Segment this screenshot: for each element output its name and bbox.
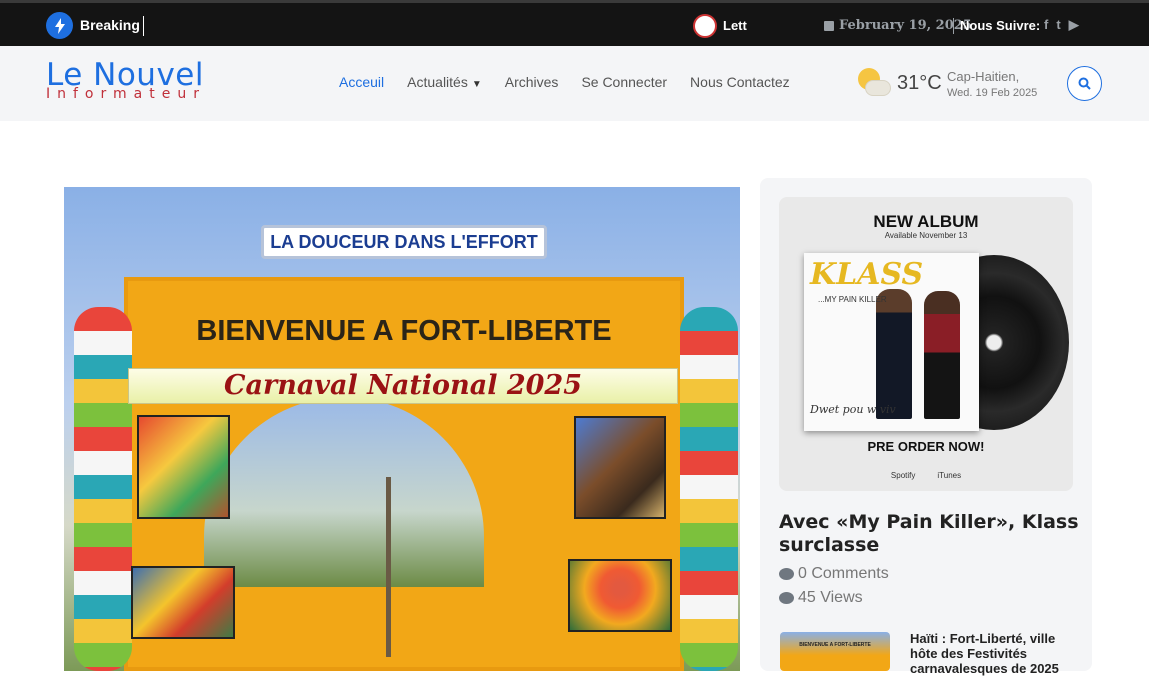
search-icon (1078, 77, 1091, 90)
welcome-text: BIENVENUE A FORT-LIBERTE (196, 315, 612, 347)
post-title[interactable]: Avec «My Pain Killer», Klass surclasse (779, 511, 1079, 557)
related-post-title[interactable]: Haïti : Fort-Liberté, ville hôte des Fes… (910, 631, 1070, 676)
cloud-icon (865, 80, 891, 96)
nav-item-nous-contactez[interactable]: Nous Contactez (690, 74, 790, 90)
twitter-icon[interactable]: t (1056, 17, 1060, 33)
search-button[interactable] (1067, 66, 1102, 101)
motto-sign: LA DOUCEUR DANS L'EFFORT (261, 225, 547, 259)
comment-icon (779, 568, 794, 580)
nav-item-actualites[interactable]: Actualités ▼ (407, 74, 482, 90)
carnival-photo (131, 566, 235, 639)
carnival-photo (137, 415, 230, 519)
chevron-down-icon: ▼ (471, 79, 482, 90)
comment-count[interactable]: 0 Comments (779, 565, 889, 583)
itunes-label: iTunes (937, 471, 962, 480)
album-ad[interactable]: NEW ALBUM Available November 13 KLASS ..… (779, 197, 1073, 491)
spotify-label: Spotify (890, 471, 916, 480)
album-script: Dwet pou w viv (810, 403, 896, 416)
nav-item-acceuil[interactable]: Acceuil (339, 74, 384, 90)
date-text: February 19, 2025 (839, 18, 972, 33)
balloon-column-right (680, 307, 738, 671)
follow-label: Nous Suivre: (960, 18, 1041, 33)
nav-item-archives[interactable]: Archives (505, 74, 559, 90)
preorder-text: PRE ORDER NOW! (867, 439, 985, 454)
youtube-icon[interactable]: ▶ (1069, 17, 1079, 33)
facebook-icon[interactable]: f (1044, 17, 1048, 33)
comment-count-text: 0 Comments (798, 565, 889, 582)
weather-date: Wed. 19 Feb 2025 (947, 87, 1038, 99)
carnival-photo (568, 559, 672, 632)
nav-item-se-connecter[interactable]: Se Connecter (581, 74, 667, 90)
carnaval-title: Carnaval National 2025 (223, 370, 582, 401)
eye-icon (779, 592, 794, 604)
breaking-label: Breaking (80, 17, 140, 33)
balloon-column-left (74, 307, 132, 671)
calendar-icon (824, 20, 834, 31)
bolt-icon (46, 12, 73, 39)
view-count: 45 Views (779, 589, 863, 607)
nav-item-label: Actualités (407, 74, 468, 90)
ad-availability: Available November 13 (884, 231, 968, 240)
utility-pole (386, 477, 391, 657)
ticker-headline[interactable]: Lett (723, 18, 747, 33)
artist-figure (876, 289, 912, 419)
current-date: February 19, 2025 (824, 18, 972, 33)
ticker-logo-icon (693, 14, 717, 38)
weather-city: Cap-Haitien, (947, 69, 1020, 84)
ad-title: NEW ALBUM (873, 212, 979, 231)
album-cover: KLASS ...MY PAIN KILLER Dwet pou w viv (804, 253, 979, 431)
site-header: Le Nouvel Informateur Acceuil Actualités… (0, 46, 1149, 121)
temperature: 31°C (897, 72, 942, 94)
divider (953, 18, 954, 34)
main-nav: Acceuil Actualités ▼ Archives Se Connecte… (339, 74, 813, 90)
store-links: Spotify iTunes (779, 471, 1073, 480)
artist-figure (924, 291, 960, 419)
social-links: f t ▶ (1044, 17, 1079, 33)
album-name: ...MY PAIN KILLER (818, 295, 887, 304)
thumbnail-caption: BIENVENUE A FORT-LIBERTE (799, 642, 871, 648)
top-bar: Breaking Lett February 19, 2025 Nous Sui… (0, 0, 1149, 46)
artist-name: KLASS (810, 257, 924, 292)
divider (143, 16, 144, 36)
featured-image[interactable]: LA DOUCEUR DANS L'EFFORT BIENVENUE A FOR… (64, 187, 740, 671)
carnival-photo (574, 416, 666, 519)
view-count-text: 45 Views (798, 589, 863, 606)
related-post-thumbnail[interactable]: BIENVENUE A FORT-LIBERTE (780, 632, 890, 671)
site-logo-subtitle: Informateur (46, 86, 206, 102)
